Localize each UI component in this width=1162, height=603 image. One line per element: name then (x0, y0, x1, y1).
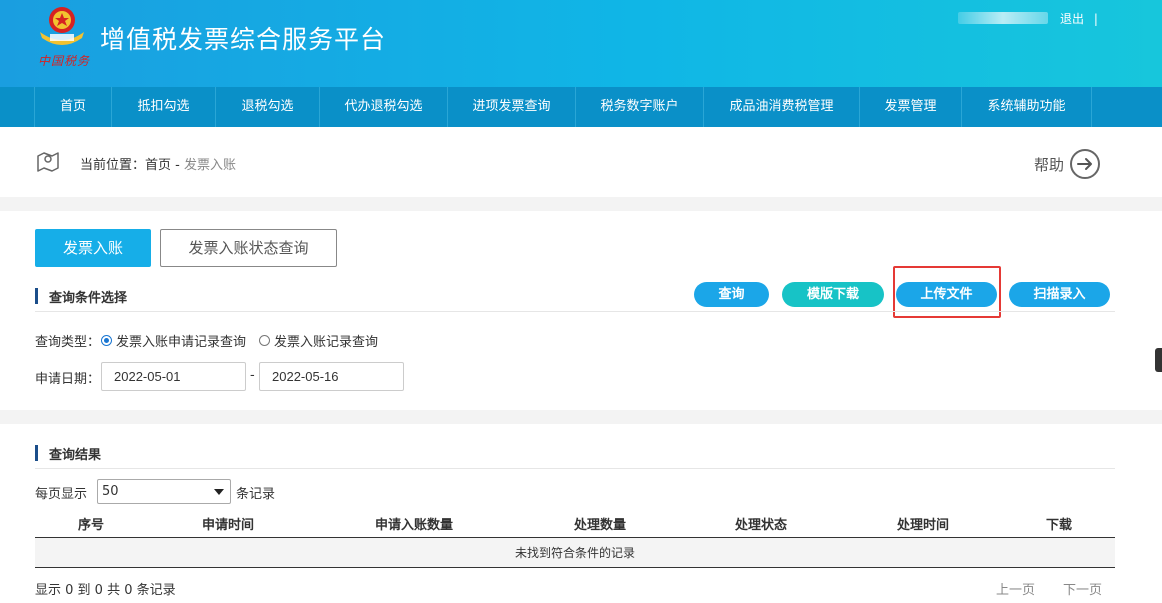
logout-link[interactable]: 退出 | (1060, 10, 1098, 27)
radio-entry-record-label[interactable]: 发票入账记录查询 (274, 331, 378, 350)
tab-entry-status-query[interactable]: 发票入账状态查询 (160, 229, 337, 267)
nav-item-oil-tax[interactable]: 成品油消费税管理 (704, 87, 860, 127)
pagination-summary: 显示 0 到 0 共 0 条记录 (35, 583, 176, 598)
prev-page-link[interactable]: 上一页 (996, 579, 1035, 598)
breadcrumb-separator: - (171, 158, 184, 173)
query-divider (35, 311, 1115, 312)
per-page-label: 每页显示 (35, 487, 88, 502)
breadcrumb-current: 发票入账 (184, 158, 237, 173)
breadcrumb: 当前位置：首页 - 发票入账 (80, 154, 236, 173)
site-title: 增值税发票综合服务平台 (100, 25, 387, 54)
header-bar: 中国税务 增值税发票综合服务平台 退出 | (0, 0, 1162, 87)
breadcrumb-home[interactable]: 首页 (145, 158, 171, 173)
template-download-button[interactable]: 模版下载 (782, 282, 884, 307)
map-location-icon (37, 152, 59, 172)
per-page-unit: 条记录 (236, 487, 276, 502)
main-nav: 首页 抵扣勾选 退税勾选 代办退税勾选 进项发票查询 税务数字账户 成品油消费税… (0, 87, 1162, 127)
breadcrumb-prefix: 当前位置： (80, 158, 146, 173)
per-page-value[interactable]: 50 (102, 484, 119, 499)
radio-selected-icon[interactable] (101, 335, 112, 346)
query-panel: 发票入账 发票入账状态查询 查询条件选择 查询 模版下载 上传文件 扫描录入 查… (0, 211, 1162, 410)
user-name-redacted (958, 12, 1048, 24)
radio-entry-application-label[interactable]: 发票入账申请记录查询 (116, 331, 246, 350)
query-type-label: 查询类型： (35, 335, 101, 350)
nav-item-home[interactable]: 首页 (34, 87, 112, 127)
breadcrumb-bar: 当前位置：首页 - 发票入账 帮助 (0, 127, 1162, 197)
logout-separator: | (1093, 12, 1098, 26)
col-download[interactable]: 下载 (1046, 514, 1072, 533)
radio-entry-record[interactable]: 发票入账记录查询 (259, 331, 378, 350)
help-button[interactable]: 帮助 (1034, 149, 1101, 179)
results-panel: 查询结果 每页显示 50 条记录 序号 申请时间 申请入账数量 处理数量 处理状… (0, 424, 1162, 603)
results-table-header: 序号 申请时间 申请入账数量 处理数量 处理状态 处理时间 下载 (35, 510, 1115, 538)
tax-emblem-icon (40, 7, 84, 45)
brand-subtitle: 中国税务 (38, 54, 91, 68)
col-processed-time[interactable]: 处理时间 (897, 514, 949, 533)
chevron-down-icon[interactable] (214, 489, 224, 495)
radio-entry-application[interactable]: 发票入账申请记录查询 (101, 331, 246, 350)
per-page-select[interactable]: 50 (97, 479, 231, 504)
arrow-right-circle-icon[interactable] (1070, 149, 1101, 179)
scan-entry-button[interactable]: 扫描录入 (1009, 282, 1110, 307)
next-page-link[interactable]: 下一页 (1063, 579, 1102, 598)
nav-item-refund[interactable]: 退税勾选 (216, 87, 320, 127)
help-label[interactable]: 帮助 (1034, 154, 1064, 175)
col-apply-count[interactable]: 申请入账数量 (375, 514, 453, 533)
nav-item-agent-refund[interactable]: 代办退税勾选 (320, 87, 448, 127)
col-processed-count[interactable]: 处理数量 (574, 514, 626, 533)
nav-item-digital-account[interactable]: 税务数字账户 (576, 87, 704, 127)
search-button[interactable]: 查询 (694, 282, 769, 307)
results-divider (35, 468, 1115, 469)
nav-item-deduction[interactable]: 抵扣勾选 (112, 87, 216, 127)
nav-item-system-tools[interactable]: 系统辅助功能 (962, 87, 1092, 127)
tab-invoice-entry[interactable]: 发票入账 (35, 229, 151, 267)
col-index[interactable]: 序号 (78, 514, 104, 533)
results-section-title: 查询结果 (35, 444, 101, 463)
col-status[interactable]: 处理状态 (735, 514, 787, 533)
logout-label[interactable]: 退出 (1060, 12, 1084, 26)
side-float-tab[interactable] (1155, 348, 1162, 372)
nav-list: 首页 抵扣勾选 退税勾选 代办退税勾选 进项发票查询 税务数字账户 成品油消费税… (34, 87, 1092, 127)
date-label: 申请日期： (35, 372, 101, 387)
date-to-input[interactable] (259, 362, 404, 391)
date-separator: - (250, 368, 255, 383)
col-apply-time[interactable]: 申请时间 (202, 514, 254, 533)
empty-table-row: 未找到符合条件的记录 (35, 538, 1115, 568)
radio-unselected-icon[interactable] (259, 335, 270, 346)
nav-item-input-invoice[interactable]: 进项发票查询 (448, 87, 576, 127)
nav-item-invoice-mgmt[interactable]: 发票管理 (860, 87, 962, 127)
date-from-input[interactable] (101, 362, 246, 391)
query-section-title: 查询条件选择 (35, 287, 127, 306)
